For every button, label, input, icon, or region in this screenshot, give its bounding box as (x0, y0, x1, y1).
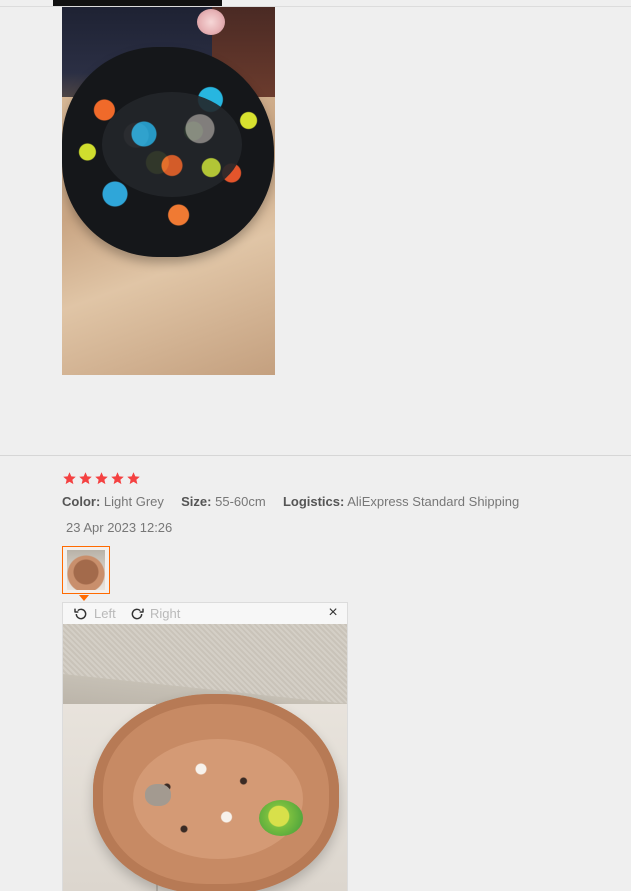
star-icon (62, 471, 77, 486)
close-icon[interactable]: × (325, 605, 341, 621)
star-icon (94, 471, 109, 486)
color-value: Light Grey (103, 494, 164, 509)
review-date: 23 Apr 2023 12:26 (66, 520, 173, 535)
thumbnail-pointer (79, 595, 89, 601)
star-icon (126, 471, 141, 486)
logistics-label: Logistics: (282, 494, 345, 509)
previous-review-photo[interactable] (62, 7, 275, 375)
star-icon (78, 471, 93, 486)
rotate-left-button[interactable]: Left (73, 604, 116, 623)
rotate-right-button[interactable]: Right (129, 604, 180, 623)
review-attributes: Color: Light Grey Size: 55-60cm Logistic… (62, 494, 519, 509)
review-divider (0, 455, 631, 456)
rotate-left-label: Left (94, 606, 116, 621)
photo-viewer: Left Right × (62, 602, 348, 891)
review-photo-thumbnail[interactable] (62, 546, 110, 594)
photo-viewer-toolbar: Left Right × (63, 603, 347, 625)
rotate-right-icon (131, 608, 144, 619)
color-label: Color: (62, 494, 101, 509)
review-photo-large (63, 624, 347, 891)
size-label: Size: (181, 494, 212, 509)
star-icon (110, 471, 125, 486)
rotate-left-icon (74, 608, 87, 619)
review-page: Color: Light Grey Size: 55-60cm Logistic… (0, 0, 631, 891)
rotate-right-label: Right (150, 606, 181, 621)
star-rating (62, 471, 141, 486)
logistics-value: AliExpress Standard Shipping (347, 494, 520, 509)
size-value: 55-60cm (215, 494, 266, 509)
